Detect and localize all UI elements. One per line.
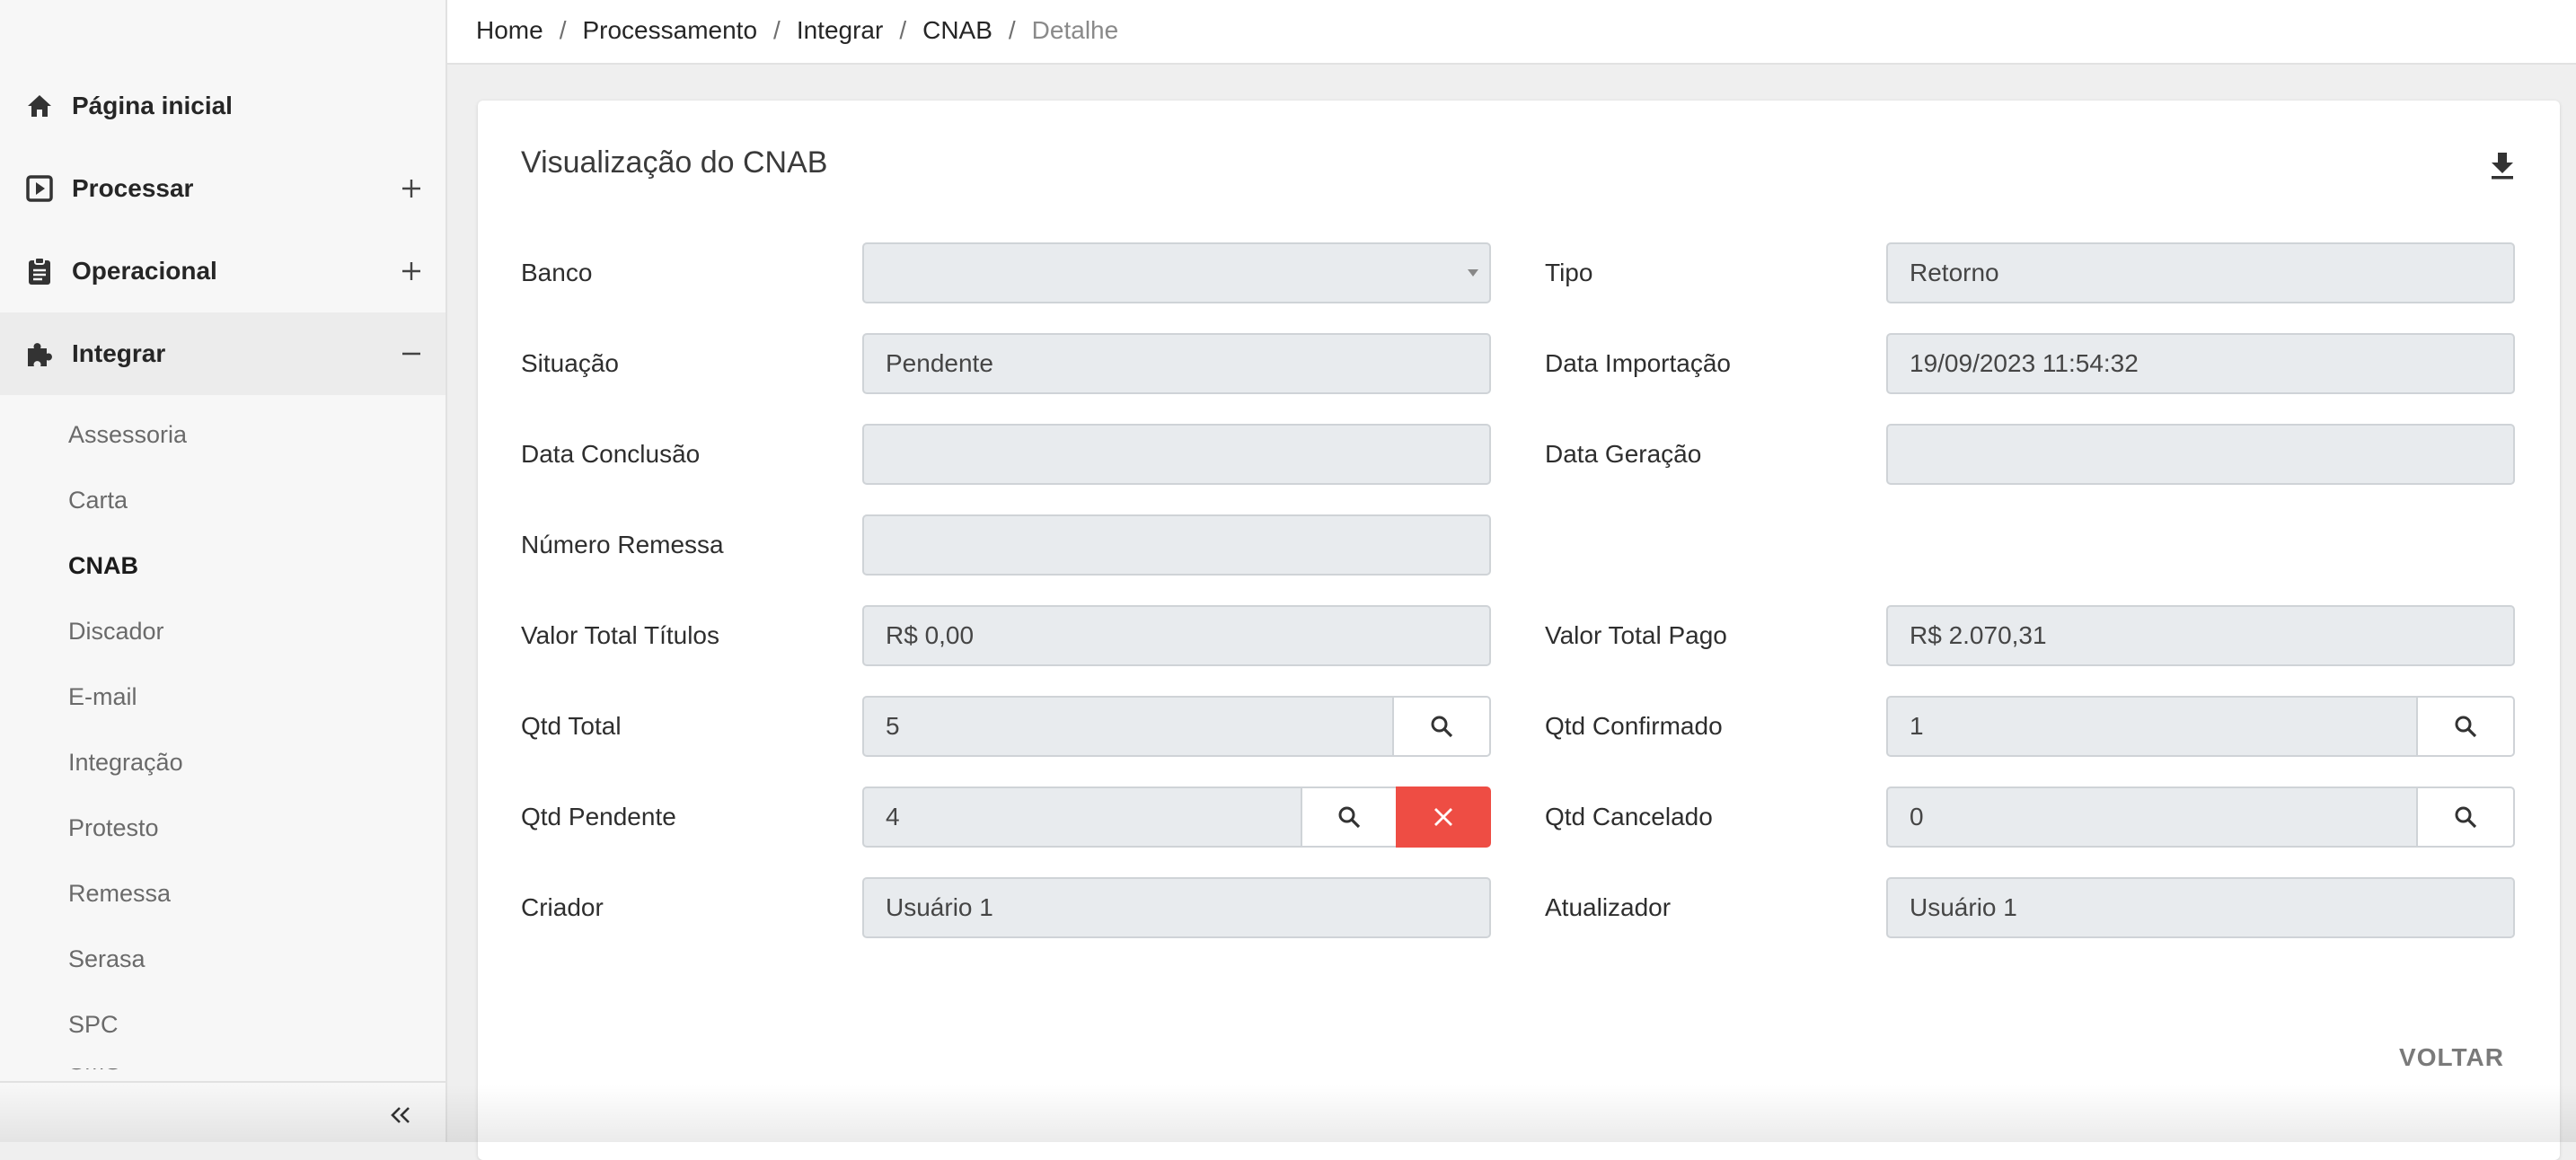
valor-total-titulos-label: Valor Total Títulos (521, 621, 720, 649)
valor-total-pago-field[interactable]: R$ 2.070,31 (1886, 605, 2515, 666)
submenu-item-carta[interactable]: Carta (68, 482, 128, 518)
search-icon (2455, 716, 2477, 738)
sidebar: Página inicial Processar Operacional Int… (0, 0, 447, 1142)
tipo-field[interactable]: Retorno (1886, 242, 2515, 303)
submenu-item-integracao[interactable]: Integração (68, 744, 183, 780)
criador-label: Criador (521, 893, 604, 921)
submenu-item-email[interactable]: E-mail (68, 679, 137, 715)
qtd-pendente-search-button[interactable] (1301, 787, 1398, 848)
submenu-item-serasa[interactable]: Serasa (68, 941, 146, 977)
double-chevron-left-icon[interactable] (383, 1097, 419, 1133)
submenu-item-sms[interactable]: SMS (68, 1068, 140, 1079)
submenu-item-spc[interactable]: SPC (68, 1006, 119, 1042)
submenu-item-remessa[interactable]: Remessa (68, 875, 171, 911)
atualizador-field[interactable]: Usuário 1 (1886, 877, 2515, 938)
numero-remessa-field[interactable] (862, 514, 1491, 576)
valor-total-titulos-field[interactable]: R$ 0,00 (862, 605, 1491, 666)
data-importacao-label: Data Importação (1545, 349, 1731, 377)
breadcrumb-home[interactable]: Home (476, 16, 543, 45)
numero-remessa-label: Número Remessa (521, 531, 724, 558)
submenu-item-protesto[interactable]: Protesto (68, 810, 159, 846)
search-icon (1338, 806, 1361, 829)
cnab-detail-card: Visualização do CNAB Banco Tipo Retorno … (478, 101, 2560, 1160)
data-conclusao-field[interactable] (862, 424, 1491, 485)
clipboard-icon (23, 255, 56, 287)
qtd-total-search-button[interactable] (1392, 696, 1491, 757)
search-icon (2455, 806, 2477, 829)
qtd-confirmado-field[interactable]: 1 (1886, 696, 2418, 757)
situacao-label: Situação (521, 349, 619, 377)
download-icon[interactable] (2484, 147, 2520, 183)
plus-icon[interactable] (397, 257, 426, 286)
voltar-button[interactable]: VOLTAR (2399, 1043, 2504, 1072)
sidebar-item-processar[interactable]: Processar (0, 147, 446, 230)
data-importacao-field[interactable]: 19/09/2023 11:54:32 (1886, 333, 2515, 394)
plus-icon[interactable] (397, 174, 426, 203)
qtd-confirmado-search-button[interactable] (2416, 696, 2515, 757)
page-title: Visualização do CNAB (521, 145, 828, 180)
sidebar-item-label: Página inicial (72, 92, 233, 119)
qtd-total-label: Qtd Total (521, 712, 622, 740)
sidebar-item-label: Integrar (72, 339, 166, 367)
situacao-field[interactable]: Pendente (862, 333, 1491, 394)
qtd-cancelado-label: Qtd Cancelado (1545, 803, 1713, 830)
breadcrumb-detalhe: Detalhe (1031, 16, 1119, 44)
breadcrumb-separator: / (559, 16, 567, 44)
data-conclusao-label: Data Conclusão (521, 440, 701, 468)
criador-field[interactable]: Usuário 1 (862, 877, 1491, 938)
home-icon (23, 90, 56, 122)
play-square-icon (23, 172, 56, 205)
data-geracao-label: Data Geração (1545, 440, 1702, 468)
valor-total-pago-label: Valor Total Pago (1545, 621, 1727, 649)
qtd-pendente-cancel-button[interactable] (1396, 787, 1491, 848)
qtd-confirmado-label: Qtd Confirmado (1545, 712, 1723, 740)
breadcrumb-integrar[interactable]: Integrar (797, 16, 884, 45)
breadcrumb: Home / Processamento / Integrar / CNAB /… (476, 16, 1118, 45)
sidebar-item-operacional[interactable]: Operacional (0, 230, 446, 312)
breadcrumb-processamento[interactable]: Processamento (582, 16, 757, 45)
breadcrumb-separator: / (1008, 16, 1016, 44)
submenu-item-cnab[interactable]: CNAB (68, 548, 138, 584)
banco-label: Banco (521, 259, 593, 286)
qtd-cancelado-search-button[interactable] (2416, 787, 2515, 848)
sidebar-item-label: Operacional (72, 257, 217, 285)
submenu-item-discador[interactable]: Discador (68, 613, 164, 649)
breadcrumb-separator: / (899, 16, 907, 44)
minus-icon[interactable] (397, 339, 426, 368)
submenu-item-assessoria[interactable]: Assessoria (68, 417, 187, 453)
data-geracao-field[interactable] (1886, 424, 2515, 485)
topbar: Home / Processamento / Integrar / CNAB /… (447, 0, 2576, 65)
atualizador-label: Atualizador (1545, 893, 1672, 921)
tipo-label: Tipo (1545, 259, 1593, 286)
breadcrumb-cnab[interactable]: CNAB (922, 16, 992, 45)
close-icon (1434, 808, 1452, 826)
sidebar-footer (0, 1081, 446, 1142)
banco-select[interactable] (862, 242, 1491, 303)
sidebar-item-label: Processar (72, 174, 194, 202)
sidebar-item-pagina-inicial[interactable]: Página inicial (0, 65, 446, 147)
sidebar-item-integrar[interactable]: Integrar (0, 312, 446, 395)
puzzle-icon (23, 338, 56, 370)
qtd-pendente-field[interactable]: 4 (862, 787, 1302, 848)
qtd-pendente-label: Qtd Pendente (521, 803, 676, 830)
search-icon (1431, 716, 1453, 738)
qtd-cancelado-field[interactable]: 0 (1886, 787, 2418, 848)
breadcrumb-separator: / (773, 16, 781, 44)
qtd-total-field[interactable]: 5 (862, 696, 1394, 757)
